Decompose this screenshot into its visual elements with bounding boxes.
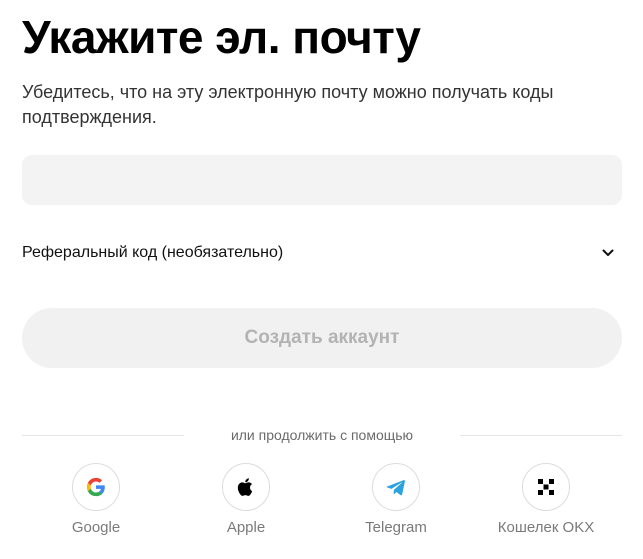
divider-right xyxy=(460,435,622,436)
apple-login-button[interactable]: Apple xyxy=(191,463,301,536)
page-subtitle: Убедитесь, что на эту электронную почту … xyxy=(22,82,554,127)
okx-wallet-label: Кошелек OKX xyxy=(497,519,595,536)
google-login-button[interactable]: Google xyxy=(41,463,151,536)
divider-left xyxy=(22,435,184,436)
apple-label: Apple xyxy=(226,519,266,536)
telegram-icon xyxy=(372,463,420,511)
google-label: Google xyxy=(71,519,121,536)
telegram-label: Telegram xyxy=(365,519,427,536)
google-icon xyxy=(72,463,120,511)
apple-icon xyxy=(222,463,270,511)
referral-code-toggle[interactable]: Реферальный код (необязательно) xyxy=(22,238,622,268)
page-title: Укажите эл. почту xyxy=(22,11,421,63)
alt-login-divider-text: или продолжить с помощью xyxy=(230,427,414,443)
create-account-button[interactable]: Создать аккаунт xyxy=(22,308,622,368)
okx-wallet-login-button[interactable]: Кошелек OKX xyxy=(491,463,601,536)
referral-code-label: Реферальный код (необязательно) xyxy=(22,244,284,261)
chevron-down-icon xyxy=(600,245,616,261)
email-field[interactable] xyxy=(22,155,622,205)
telegram-login-button[interactable]: Telegram xyxy=(341,463,451,536)
okx-icon xyxy=(522,463,570,511)
